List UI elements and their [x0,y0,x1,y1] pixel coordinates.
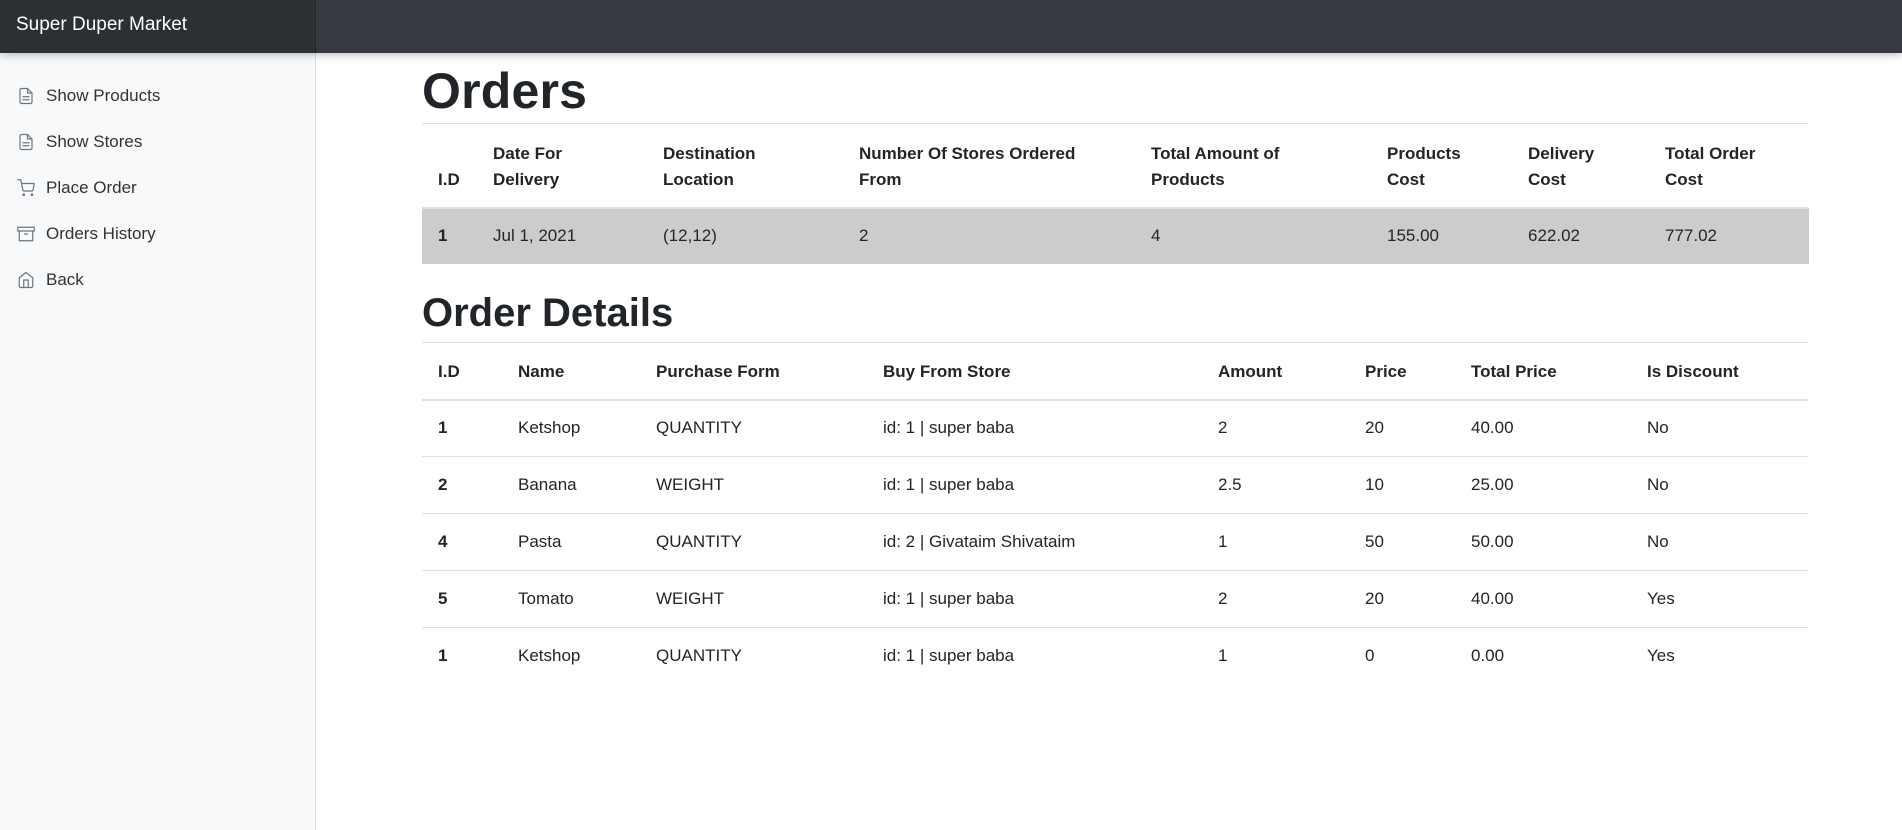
item-store: id: 1 | super baba [883,418,1015,438]
column-header-id: I.D [422,123,477,209]
order-row[interactable]: 1 Jul 1, 2021 (12,12) 2 4 155.00 622.02 … [422,207,1809,264]
table-row: 1 Ketshop QUANTITY id: 1 | super baba 2 … [422,400,1809,457]
item-total-price: 50.00 [1471,532,1514,551]
table-header-row: I.D Name Purchase Form Buy From Store Am… [422,342,1809,401]
sidebar-item-orders-history[interactable]: Orders History [0,211,316,257]
sidebar-item-label: Orders History [46,224,156,243]
item-price: 10 [1365,475,1384,494]
column-header-store: Buy From Store [867,342,1202,401]
top-navbar: Super Duper Market [0,0,1902,53]
column-header-products-cost: Products Cost [1371,123,1512,209]
item-is-discount: Yes [1647,589,1675,608]
item-is-discount: No [1647,532,1669,551]
order-destination: (12,12) [663,226,717,245]
item-purchase-form: QUANTITY [656,532,742,551]
file-text-icon [16,86,36,106]
sidebar-item-label: Back [46,270,84,289]
item-id: 1 [438,646,448,666]
item-price: 0 [1365,646,1375,666]
sidebar: Show Products Show Stores Place Order Or… [0,53,316,830]
table-row: 4 Pasta QUANTITY id: 2 | Givataim Shivat… [422,514,1809,571]
sidebar-item-label: Show Stores [46,132,143,151]
sidebar-item-show-stores[interactable]: Show Stores [0,119,316,165]
item-id: 4 [438,532,448,551]
table-row: 1 Ketshop QUANTITY id: 1 | super baba 1 … [422,628,1809,685]
sidebar-item-place-order[interactable]: Place Order [0,165,316,211]
column-header-delivery-cost: Delivery Cost [1512,123,1649,209]
shopping-cart-icon [16,178,36,198]
column-header-price: Price [1349,342,1455,401]
item-is-discount: No [1647,475,1669,494]
item-price: 50 [1365,532,1384,551]
item-id: 5 [438,589,448,608]
order-products-cost: 155.00 [1387,226,1439,245]
item-name: Ketshop [518,646,581,666]
table-header-row: I.D Date For Delivery Destination Locati… [422,123,1809,209]
item-store: id: 1 | super baba [883,475,1015,494]
column-header-destination: Destination Location [647,123,843,209]
sidebar-item-show-products[interactable]: Show Products [0,73,316,119]
order-date: Jul 1, 2021 [493,226,577,245]
table-row: 5 Tomato WEIGHT id: 1 | super baba 2 20 … [422,571,1809,628]
column-header-is-discount: Is Discount [1631,342,1809,401]
column-header-name: Name [502,342,640,401]
order-id: 1 [438,226,448,245]
item-id: 2 [438,475,448,494]
orders-title: Orders [422,63,588,119]
home-icon [16,270,36,290]
order-details-table: I.D Name Purchase Form Buy From Store Am… [422,342,1809,685]
item-amount: 2 [1218,418,1228,438]
column-header-total-cost: Total Order Cost [1649,123,1809,209]
item-amount: 2.5 [1218,475,1242,494]
order-delivery-cost: 622.02 [1528,226,1580,245]
item-purchase-form: WEIGHT [656,589,724,608]
order-total-cost: 777.02 [1665,226,1717,245]
table-row: 2 Banana WEIGHT id: 1 | super baba 2.5 1… [422,457,1809,514]
item-store: id: 2 | Givataim Shivataim [883,532,1076,551]
order-amount: 4 [1151,226,1161,245]
item-name: Banana [518,475,577,494]
item-purchase-form: QUANTITY [656,646,742,666]
item-name: Pasta [518,532,562,551]
item-total-price: 0.00 [1471,646,1505,666]
column-header-date: Date For Delivery [477,123,647,209]
column-header-purchase-form: Purchase Form [640,342,867,401]
file-text-icon [16,132,36,152]
item-store: id: 1 | super baba [883,589,1015,608]
item-amount: 1 [1218,646,1228,666]
sidebar-item-label: Show Products [46,86,161,105]
item-total-price: 40.00 [1471,418,1514,438]
sidebar-item-back[interactable]: Back [0,257,316,303]
column-header-total-price: Total Price [1455,342,1631,401]
brand-link[interactable]: Super Duper Market [0,0,316,53]
item-amount: 2 [1218,589,1228,608]
column-header-id: I.D [422,342,502,401]
item-store: id: 1 | super baba [883,646,1015,666]
sidebar-item-label: Place Order [46,178,137,197]
column-header-amount: Amount [1202,342,1349,401]
archive-icon [16,224,36,244]
column-header-stores: Number Of Stores Ordered From [843,123,1135,209]
item-is-discount: No [1647,418,1669,438]
column-header-amount: Total Amount of Products [1135,123,1371,209]
item-id: 1 [438,418,448,438]
item-total-price: 40.00 [1471,589,1514,608]
item-total-price: 25.00 [1471,475,1514,494]
order-stores: 2 [859,226,869,245]
item-price: 20 [1365,589,1384,608]
orders-table: I.D Date For Delivery Destination Locati… [422,123,1809,264]
item-name: Tomato [518,589,574,608]
item-name: Ketshop [518,418,581,438]
item-purchase-form: QUANTITY [656,418,742,438]
item-amount: 1 [1218,532,1228,551]
item-is-discount: Yes [1647,646,1675,666]
item-purchase-form: WEIGHT [656,475,724,494]
order-details-title: Order Details [422,291,674,335]
item-price: 20 [1365,418,1384,438]
